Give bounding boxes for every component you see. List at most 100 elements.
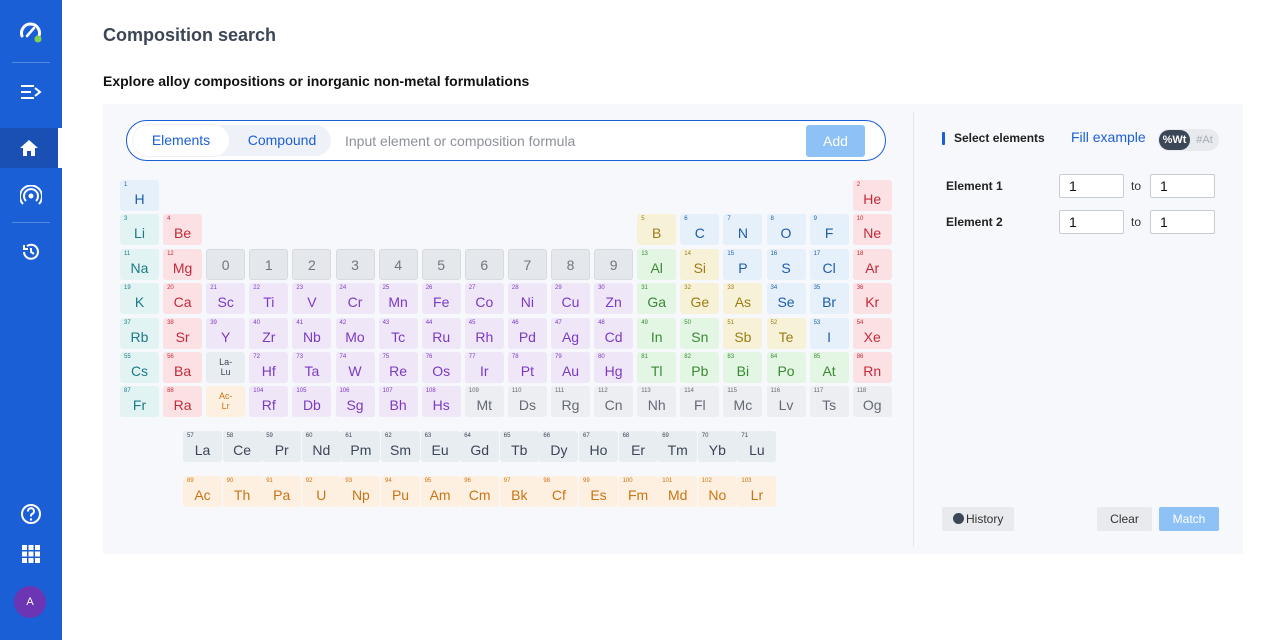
element-cell-ca[interactable]: 20 Ca xyxy=(163,283,203,315)
element-cell-er[interactable]: 68 Er xyxy=(618,431,658,462)
help-icon[interactable] xyxy=(0,494,62,534)
element-cell-sg[interactable]: 106 Sg xyxy=(335,386,375,418)
digit-key-9[interactable]: 9 xyxy=(594,248,634,280)
element-cell-mt[interactable]: 109 Mt xyxy=(464,386,504,418)
element-cell-yb[interactable]: 70 Yb xyxy=(697,431,737,462)
history-button[interactable]: History xyxy=(942,507,1014,531)
element-cell-cn[interactable]: 112 Cn xyxy=(594,386,634,418)
element-cell-ti[interactable]: 22 Ti xyxy=(249,283,289,315)
element-cell-zr[interactable]: 40 Zr xyxy=(249,317,289,349)
element-cell-bi[interactable]: 83 Bi xyxy=(723,352,763,383)
element-cell-nh[interactable]: 113 Nh xyxy=(637,386,677,418)
unit-wt-option[interactable]: %Wt xyxy=(1159,130,1190,150)
element-cell-cr[interactable]: 24 Cr xyxy=(335,283,375,315)
element-cell-rh[interactable]: 45 Rh xyxy=(464,317,504,349)
mode-compound-tab[interactable]: Compound xyxy=(233,125,331,156)
element-cell-in[interactable]: 49 In xyxy=(637,317,677,349)
element-cell-te[interactable]: 52 Te xyxy=(766,317,806,349)
element-cell-ge[interactable]: 32 Ge xyxy=(680,283,720,315)
element-cell-h[interactable]: 1H xyxy=(120,180,159,211)
element-cell-co[interactable]: 27 Co xyxy=(464,283,504,315)
element-cell-sr[interactable]: 38 Sr xyxy=(163,317,203,349)
element-cell-es[interactable]: 99 Es xyxy=(579,476,618,507)
digit-key-3[interactable]: 3 xyxy=(335,248,375,280)
element-cell-tc[interactable]: 43 Tc xyxy=(378,317,418,349)
avatar[interactable]: A xyxy=(14,586,46,618)
element-cell-gd[interactable]: 64 Gd xyxy=(460,431,500,462)
element-cell-sb[interactable]: 51 Sb xyxy=(723,317,763,349)
element-cell-ta[interactable]: 73 Ta xyxy=(292,352,332,383)
element-cell-ds[interactable]: 110 Ds xyxy=(507,386,547,418)
element-cell-cf[interactable]: 98 Cf xyxy=(539,476,579,507)
digit-key-2[interactable]: 2 xyxy=(292,248,332,280)
element-cell-xe[interactable]: 54 Xe xyxy=(852,317,892,349)
element-cell-s[interactable]: 16 S xyxy=(766,248,806,280)
element-cell-la[interactable]: 57 La xyxy=(183,431,222,462)
element-cell-th[interactable]: 90 Th xyxy=(222,476,262,507)
element-cell-rn[interactable]: 86 Rn xyxy=(852,352,892,383)
digit-key-8[interactable]: 8 xyxy=(551,248,590,280)
element-cell-zn[interactable]: 30 Zn xyxy=(594,283,634,315)
element-cell-rb[interactable]: 37 Rb xyxy=(120,317,159,349)
element-cell-f[interactable]: 9F xyxy=(809,214,849,246)
element-cell-si[interactable]: 14 Si xyxy=(680,248,720,280)
element-cell-tm[interactable]: 69 Tm xyxy=(658,431,698,462)
element-cell-re[interactable]: 75 Re xyxy=(378,352,418,383)
element-cell-hf[interactable]: 72 Hf xyxy=(249,352,289,383)
element-cell-mc[interactable]: 115 Mc xyxy=(723,386,763,418)
element-cell-bk[interactable]: 97 Bk xyxy=(499,476,539,507)
element-cell-cs[interactable]: 55 Cs xyxy=(120,352,159,383)
element-cell-pr[interactable]: 59 Pr xyxy=(262,431,302,462)
element-cell-br[interactable]: 35 Br xyxy=(809,283,849,315)
clear-button[interactable]: Clear xyxy=(1097,507,1152,531)
element-cell-p[interactable]: 15 P xyxy=(723,248,763,280)
element-cell-ni[interactable]: 28 Ni xyxy=(507,283,547,315)
element-cell-rg[interactable]: 111 Rg xyxy=(551,386,590,418)
element-1-from-input[interactable] xyxy=(1059,174,1124,198)
element-cell-og[interactable]: 118 Og xyxy=(852,386,892,418)
element-cell-ag[interactable]: 47 Ag xyxy=(551,317,590,349)
collapse-menu-icon[interactable] xyxy=(0,72,62,112)
element-cell-hg[interactable]: 80 Hg xyxy=(594,352,634,383)
logo-icon[interactable] xyxy=(0,12,62,52)
element-cell-ga[interactable]: 31 Ga xyxy=(637,283,677,315)
element-cell-cd[interactable]: 48 Cd xyxy=(594,317,634,349)
element-cell-li[interactable]: 3 Li xyxy=(120,214,159,246)
element-cell-cm[interactable]: 96 Cm xyxy=(460,476,500,507)
element-cell-fl[interactable]: 114 Fl xyxy=(680,386,720,418)
element-cell-bh[interactable]: 107 Bh xyxy=(378,386,418,418)
element-cell-na[interactable]: 11 Na xyxy=(120,248,159,280)
element-cell-db[interactable]: 105 Db xyxy=(292,386,332,418)
element-cell-sn[interactable]: 50 Sn xyxy=(680,317,720,349)
element-cell-mo[interactable]: 42 Mo xyxy=(335,317,375,349)
element-cell-lr[interactable]: 103 Lr xyxy=(737,476,777,507)
element-cell-tb[interactable]: 65 Tb xyxy=(499,431,539,462)
element-cell-nd[interactable]: 60 Nd xyxy=(301,431,341,462)
home-icon[interactable] xyxy=(0,128,62,168)
element-cell-k[interactable]: 19 K xyxy=(120,283,159,315)
element-cell-i[interactable]: 53 I xyxy=(809,317,849,349)
element-cell-fm[interactable]: 100 Fm xyxy=(618,476,658,507)
element-cell-y[interactable]: 39 Y xyxy=(206,317,246,349)
add-button[interactable]: Add xyxy=(806,125,865,157)
apps-grid-icon[interactable] xyxy=(0,534,62,574)
element-cell-w[interactable]: 74 W xyxy=(335,352,375,383)
element-cell-ac[interactable]: 89 Ac xyxy=(183,476,222,507)
element-cell-fr[interactable]: 87 Fr xyxy=(120,386,159,418)
element-2-from-input[interactable] xyxy=(1059,210,1124,234)
element-cell-sm[interactable]: 62 Sm xyxy=(381,431,420,462)
element-cell-tl[interactable]: 81 Tl xyxy=(637,352,677,383)
broadcast-icon[interactable] xyxy=(0,176,62,216)
element-cell-lv[interactable]: 116 Lv xyxy=(766,386,806,418)
element-cell-ac-lr[interactable]: Ac- Lr xyxy=(206,386,246,418)
fill-example-link[interactable]: Fill example xyxy=(1071,129,1146,145)
element-cell-se[interactable]: 34 Se xyxy=(766,283,806,315)
digit-key-6[interactable]: 6 xyxy=(464,248,504,280)
element-cell-c[interactable]: 6C xyxy=(680,214,720,246)
search-input[interactable] xyxy=(345,129,785,153)
element-cell-os[interactable]: 76 Os xyxy=(421,352,461,383)
element-cell-au[interactable]: 79 Au xyxy=(551,352,590,383)
unit-at-option[interactable]: #At xyxy=(1191,130,1218,150)
element-cell-md[interactable]: 101 Md xyxy=(658,476,698,507)
element-cell-am[interactable]: 95 Am xyxy=(420,476,460,507)
